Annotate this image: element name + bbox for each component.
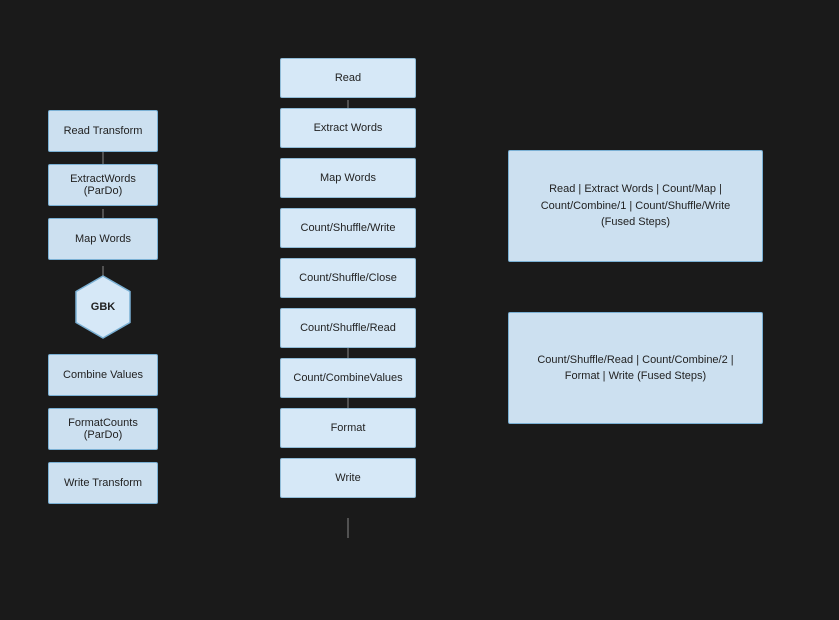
write-transform-box: Write Transform xyxy=(48,462,158,504)
format-counts-pardo-box: FormatCounts (ParDo) xyxy=(48,408,158,450)
gbk-label: GBK xyxy=(91,301,115,313)
combine-values-box: Combine Values xyxy=(48,354,158,396)
exec-map-words: Map Words xyxy=(280,158,416,198)
map-words-box: Map Words xyxy=(48,218,158,260)
right-column: Read | Extract Words | Count/Map | Count… xyxy=(508,150,763,424)
exec-write: Write xyxy=(280,458,416,498)
gbk-hex: GBK xyxy=(68,272,138,342)
left-column: Read Transform ExtractWords (ParDo) Map … xyxy=(48,110,158,504)
extract-words-pardo-box: ExtractWords (ParDo) xyxy=(48,164,158,206)
exec-read: Read xyxy=(280,58,416,98)
exec-format: Format xyxy=(280,408,416,448)
fused-steps-2-box: Count/Shuffle/Read | Count/Combine/2 | F… xyxy=(508,312,763,424)
exec-count-shuffle-close: Count/Shuffle/Close xyxy=(280,258,416,298)
exec-extract-words: Extract Words xyxy=(280,108,416,148)
diagram-container: Read Transform ExtractWords (ParDo) Map … xyxy=(0,0,839,620)
middle-column: Read Extract Words Map Words Count/Shuff… xyxy=(280,58,416,498)
exec-count-shuffle-read: Count/Shuffle/Read xyxy=(280,308,416,348)
fused-steps-1-box: Read | Extract Words | Count/Map | Count… xyxy=(508,150,763,262)
exec-count-shuffle-write: Count/Shuffle/Write xyxy=(280,208,416,248)
read-transform-box: Read Transform xyxy=(48,110,158,152)
exec-count-combine-values: Count/CombineValues xyxy=(280,358,416,398)
